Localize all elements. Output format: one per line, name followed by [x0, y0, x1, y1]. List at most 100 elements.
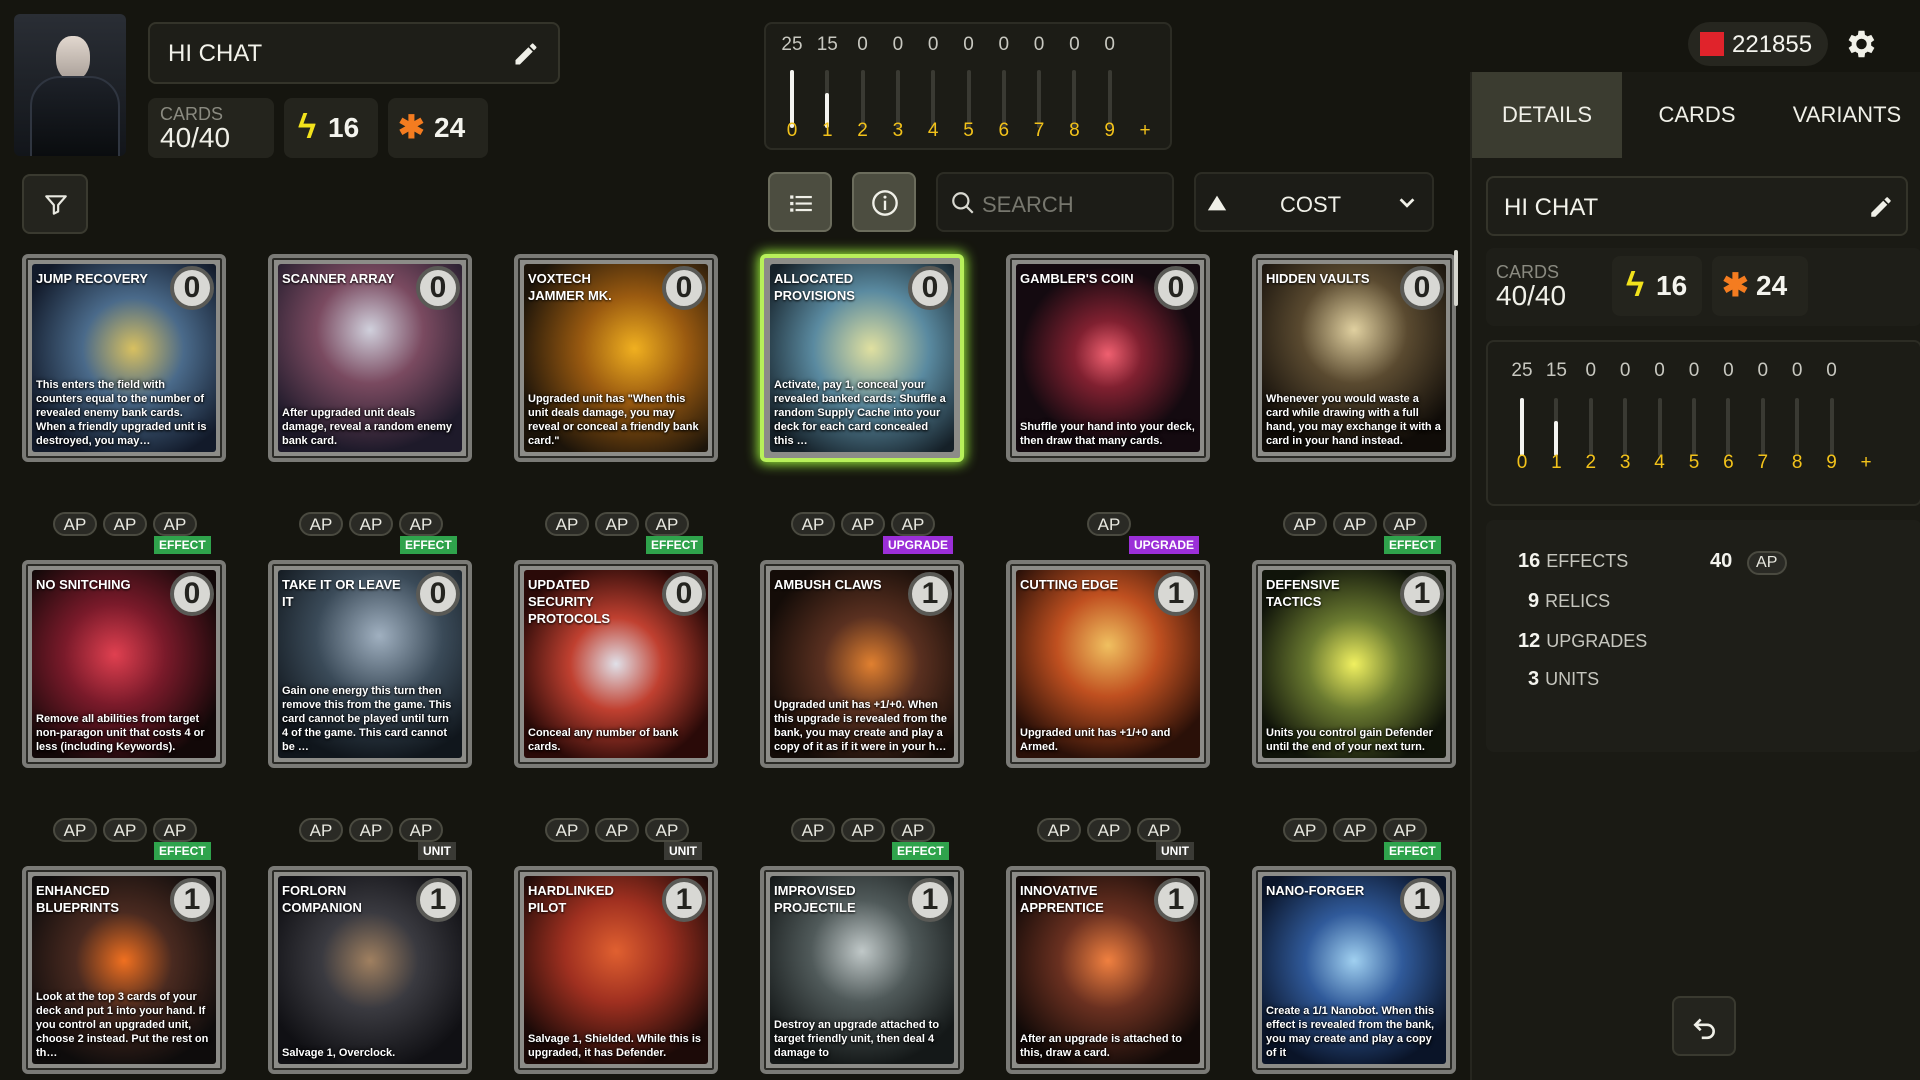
ap-pill[interactable]: AP	[1333, 512, 1377, 536]
card-text: Shuffle your hand into your deck, then d…	[1020, 421, 1195, 447]
ap-pill[interactable]: AP	[1383, 818, 1427, 842]
curve-cost-label: +	[1860, 452, 1872, 473]
card-type-tag: UPGRADE	[1129, 536, 1200, 554]
ap-pill[interactable]: AP	[645, 818, 689, 842]
energy-icon: ϟ	[1626, 266, 1644, 304]
ap-pill[interactable]: AP	[891, 818, 935, 842]
ap-pill[interactable]: AP	[103, 818, 147, 842]
card-text: Create a 1/1 Nanobot. When this effect i…	[1266, 1005, 1435, 1059]
card-title: NANO-FORGER	[1266, 883, 1365, 898]
card-type-tag: UNIT	[418, 842, 456, 860]
card-ap-row: AP AP AP	[545, 818, 695, 844]
ap-pill[interactable]: AP	[153, 818, 197, 842]
deck-card[interactable]: NO SNITCHING 0 Remove all abilities from t…	[22, 560, 226, 768]
ap-pill[interactable]: AP	[1087, 512, 1131, 536]
undo-icon	[1693, 1018, 1715, 1040]
deck-card[interactable]: HARDLINKED PILOT 1 Salvage 1, Shielded. Wh…	[514, 866, 718, 1074]
card-ap-row: AP AP AP	[1283, 512, 1433, 538]
ap-pill[interactable]: AP	[299, 512, 343, 536]
deck-card[interactable]: UPDATED SECURITY PROTOCOLS 0 Conceal any n…	[514, 560, 718, 768]
breakdown-relics: 9 RELICS	[1528, 590, 1611, 612]
card-type-tag: EFFECT	[646, 536, 703, 554]
card-text: Whenever you would waste a card while dr…	[1266, 393, 1441, 447]
deck-card[interactable]: TAKE IT OR LEAVE IT 0 Gain one energy this…	[268, 560, 472, 768]
curve-bar	[1520, 398, 1524, 456]
deck-card[interactable]: ENHANCED BLUEPRINTS 1 Look at the top 3 ca…	[22, 866, 226, 1074]
deck-card[interactable]: NANO-FORGER 1 Create a 1/1 Nanobot. When t…	[1252, 866, 1456, 1074]
deck-card[interactable]: AMBUSH CLAWS 1 Upgraded unit has +1/+0. Wh…	[760, 560, 964, 768]
card-ap-row: AP AP AP	[1037, 818, 1187, 844]
gem-icon	[1700, 32, 1724, 56]
card-cost: 0	[1154, 266, 1198, 310]
tab-variants[interactable]: VARIANTS	[1772, 72, 1920, 158]
ap-pill[interactable]: AP	[1283, 818, 1327, 842]
card-text: Gain one energy this turn then remove th…	[282, 685, 452, 753]
ap-pill[interactable]: AP	[153, 512, 197, 536]
deck-card[interactable]: ALLOCATED PROVISIONS 0 Activate, pay 1, co…	[760, 254, 964, 462]
tab-details[interactable]: DETAILS	[1472, 72, 1622, 158]
ap-pill[interactable]: AP	[53, 818, 97, 842]
ap-pill[interactable]: AP	[1333, 818, 1377, 842]
ap-pill[interactable]: AP	[1087, 818, 1131, 842]
card-title: IMPROVISED PROJECTILE	[774, 883, 856, 915]
ap-pill[interactable]: AP	[1283, 512, 1327, 536]
ap-pill[interactable]: AP	[1137, 818, 1181, 842]
card-cost: 1	[908, 878, 952, 922]
undo-button[interactable]	[1672, 996, 1736, 1056]
power-icon: ✱	[1722, 267, 1749, 303]
card-cost: 0	[662, 266, 706, 310]
ap-pill[interactable]: AP	[1383, 512, 1427, 536]
ap-pill[interactable]: AP	[841, 818, 885, 842]
ap-pill[interactable]: AP	[545, 818, 589, 842]
curve-bar	[1760, 398, 1765, 456]
ap-pill[interactable]: AP	[349, 512, 393, 536]
deck-card[interactable]: GAMBLER'S COIN 0 Shuffle your hand into yo…	[1006, 254, 1210, 462]
ap-pill[interactable]: AP	[841, 512, 885, 536]
curve-count: 0	[1688, 360, 1700, 381]
ap-pill[interactable]: AP	[299, 818, 343, 842]
deck-card[interactable]: INNOVATIVE APPRENTICE 1 After an upgrade i…	[1006, 866, 1210, 1074]
deck-card[interactable]: SCANNER ARRAY 0 After upgraded unit deals …	[268, 254, 472, 462]
card-text: Upgraded unit has +1/+0 and Armed.	[1020, 727, 1171, 753]
card-text: Look at the top 3 cards of your deck and…	[36, 991, 209, 1059]
ap-pill[interactable]: AP	[399, 512, 443, 536]
card-title: DEFENSIVE TACTICS	[1266, 577, 1340, 609]
ap-pill[interactable]: AP	[791, 818, 835, 842]
gear-icon[interactable]	[1842, 26, 1878, 62]
grid-scrollbar[interactable]	[1454, 250, 1458, 306]
ap-pill[interactable]: AP	[595, 512, 639, 536]
ap-pill[interactable]: AP	[595, 818, 639, 842]
deck-card[interactable]: CUTTING EDGE 1 Upgraded unit has +1/+0 and…	[1006, 560, 1210, 768]
curve-cost-label: 2	[1585, 452, 1597, 473]
edit-icon[interactable]	[1868, 194, 1894, 220]
ap-pill[interactable]: AP	[791, 512, 835, 536]
card-text: Activate, pay 1, conceal your revealed b…	[774, 379, 946, 447]
ap-pill[interactable]: AP	[1037, 818, 1081, 842]
deck-card[interactable]: FORLORN COMPANION 1 Salvage 1, Overclock.	[268, 866, 472, 1074]
curve-cost-label: 0	[1516, 452, 1528, 473]
curve-count: 0	[1723, 360, 1734, 381]
ap-pill[interactable]: AP	[645, 512, 689, 536]
deck-card[interactable]: JUMP RECOVERY 0 This enters the field with…	[22, 254, 226, 462]
ap-pill[interactable]: AP	[891, 512, 935, 536]
deck-card[interactable]: VOXTECH JAMMER MK. 0 Upgraded unit has "Wh…	[514, 254, 718, 462]
panel-deck-name-box[interactable]: HI CHAT	[1486, 176, 1908, 236]
tab-cards[interactable]: CARDS	[1622, 72, 1772, 158]
ap-pill[interactable]: AP	[103, 512, 147, 536]
deck-card[interactable]: DEFENSIVE TACTICS 1 Units you control gain…	[1252, 560, 1456, 768]
deck-card[interactable]: HIDDEN VAULTS 0 Whenever you would waste a…	[1252, 254, 1456, 462]
panel-energy-stat: ϟ 16	[1612, 256, 1702, 316]
ap-pill[interactable]: AP	[545, 512, 589, 536]
card-ap-row: AP AP AP	[299, 512, 449, 538]
card-cost: 0	[170, 572, 214, 616]
breakdown-units: 3 UNITS	[1528, 668, 1600, 690]
card-title: VOXTECH JAMMER MK.	[528, 271, 612, 303]
card-ap-row: AP AP AP	[299, 818, 449, 844]
curve-cost-label: 5	[1688, 452, 1700, 473]
ap-pill[interactable]: AP	[399, 818, 443, 842]
card-type-tag: EFFECT	[892, 842, 949, 860]
card-ap-row: AP	[1087, 512, 1137, 538]
ap-pill[interactable]: AP	[349, 818, 393, 842]
deck-card[interactable]: IMPROVISED PROJECTILE 1 Destroy an upgrade…	[760, 866, 964, 1074]
ap-pill[interactable]: AP	[53, 512, 97, 536]
